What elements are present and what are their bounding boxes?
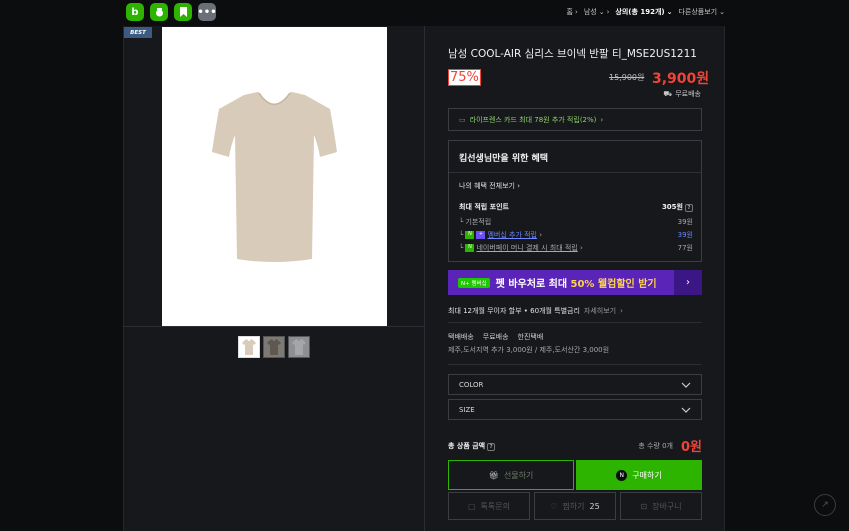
pet-voucher-banner[interactable]: N+ 멤버십 펫 바우처로 최대 50% 웰컴할인 받기 › xyxy=(448,270,702,295)
promo-text: 펫 바우처로 최대 50% 웰컴할인 받기 xyxy=(495,279,657,290)
chevron-down-icon: ⌄ xyxy=(598,8,605,16)
card-icon: ▭ xyxy=(459,115,466,124)
tshirt-image xyxy=(212,92,337,262)
installment-more-link[interactable]: 자세히보기 xyxy=(584,307,616,315)
membership-pill: N+ 멤버십 xyxy=(458,277,490,288)
breadcrumb: 홈 › 남성 ⌄ › 상의(총 192개) ⌄ 다른상품보기 ⌄ xyxy=(567,7,725,17)
truck-icon: ⛟ xyxy=(663,89,673,98)
card-benefit-banner[interactable]: ▭ 라이프렌스 카드 최대 78원 추가 적립(2%) › xyxy=(448,108,702,131)
more-icon[interactable]: ••• xyxy=(197,3,217,21)
cafe-icon[interactable] xyxy=(150,3,168,21)
panel-divider xyxy=(424,26,425,531)
thumbnail-3[interactable] xyxy=(288,336,310,358)
heart-icon: ♡ xyxy=(550,501,558,511)
total-amount: 0원 xyxy=(680,440,702,455)
plus-icon: + xyxy=(476,231,486,239)
view-all-benefits-link[interactable]: 나의 혜택 전체보기 › xyxy=(459,181,520,191)
benefits-divider xyxy=(449,172,701,173)
app-shortcuts: b ••• xyxy=(126,3,217,21)
chevron-down-icon: ⌄ xyxy=(666,8,673,16)
top-bar: b ••• 홈 › 남성 ⌄ › 상의(총 192개) ⌄ 다른상품보기 ⌄ xyxy=(0,0,849,24)
chevron-right-icon: › xyxy=(674,270,702,295)
divider xyxy=(448,322,702,323)
benefits-heading: 킴선생님만을 위한 혜택 xyxy=(459,154,549,164)
breadcrumb-category[interactable]: 남성 ⌄ › xyxy=(584,7,610,17)
naver-plus-icon: N xyxy=(465,231,475,239)
original-price: 15,900원 xyxy=(609,73,645,82)
size-select[interactable]: SIZE xyxy=(448,399,702,420)
total-price-row: 총 상품 금액? 총 수량 0개 0원 xyxy=(448,436,702,455)
delivery-note: 제주,도서지역 추가 3,000원 / 제주,도서산간 3,000원 xyxy=(448,346,610,354)
gallery-divider xyxy=(123,326,424,327)
gift-button[interactable]: 🎁︎ 선물하기 xyxy=(448,460,574,490)
buy-button[interactable]: N 구매하기 xyxy=(576,460,702,490)
chevron-right-icon: › xyxy=(575,8,578,16)
installment-info: 최대 12개월 무이자 할부 • 60개월 특별금리 자세히보기 › xyxy=(448,307,623,315)
help-icon[interactable]: ? xyxy=(487,442,496,451)
sale-price: 3,900원 xyxy=(652,71,710,87)
membership-points-row[interactable]: └ N + 멤버십 추가 적립 › 39원 xyxy=(459,230,693,240)
cart-icon: ⊡ xyxy=(640,501,648,511)
color-select[interactable]: COLOR xyxy=(448,374,702,395)
wishlist-count: 25 xyxy=(589,501,600,511)
basic-points-row: └ 기본적립 39원 xyxy=(459,218,693,226)
chevron-down-icon: ⌄ xyxy=(719,8,725,16)
chevron-down-icon xyxy=(681,407,691,413)
wishlist-button[interactable]: ♡ 찜하기 25 xyxy=(534,492,616,520)
gift-icon: 🎁︎ xyxy=(488,470,499,480)
max-points-row: 최대 적립 포인트 305원? xyxy=(459,202,693,212)
naverpay-points-row[interactable]: └ N 네이버페이 머니 결제 시 최대 적립 › 77원 xyxy=(459,243,693,253)
chevron-down-icon xyxy=(681,382,691,388)
discount-rate: 75% xyxy=(448,69,481,86)
breadcrumb-subcategory[interactable]: 상의(총 192개) ⌄ xyxy=(615,7,672,17)
cart-button[interactable]: ⊡ 장바구니 xyxy=(620,492,702,520)
chevron-right-icon: › xyxy=(600,115,604,124)
share-icon[interactable]: ↗ xyxy=(814,494,836,516)
delivery-info: 택배배송 무료배송 한진택배 xyxy=(448,333,544,341)
talk-inquiry-button[interactable]: ▢ 톡톡문의 xyxy=(448,492,530,520)
bookmark-icon[interactable] xyxy=(174,3,192,21)
help-icon[interactable]: ? xyxy=(685,204,693,212)
product-main-image[interactable] xyxy=(162,27,387,326)
thumbnail-1[interactable] xyxy=(238,336,260,358)
product-title: 남성 COOL-AIR 심리스 브이넥 반팔 티_MSE2US1211 xyxy=(448,48,697,60)
thumbnail-list xyxy=(238,336,310,358)
total-quantity: 총 수량 0개 xyxy=(638,441,673,450)
chat-icon: ▢ xyxy=(467,501,476,511)
free-shipping: ⛟ 무료배송 xyxy=(663,89,701,99)
divider xyxy=(448,364,702,365)
best-badge: BEST xyxy=(124,27,152,38)
blog-icon[interactable]: b xyxy=(126,3,144,21)
breadcrumb-home[interactable]: 홈 › xyxy=(567,7,578,17)
naverpay-icon: N xyxy=(465,244,475,252)
other-products-link[interactable]: 다른상품보기 ⌄ xyxy=(678,7,725,17)
thumbnail-2[interactable] xyxy=(263,336,285,358)
benefits-box: 킴선생님만을 위한 혜택 나의 혜택 전체보기 › 최대 적립 포인트 305원… xyxy=(448,140,702,262)
npay-icon: N xyxy=(616,469,628,481)
